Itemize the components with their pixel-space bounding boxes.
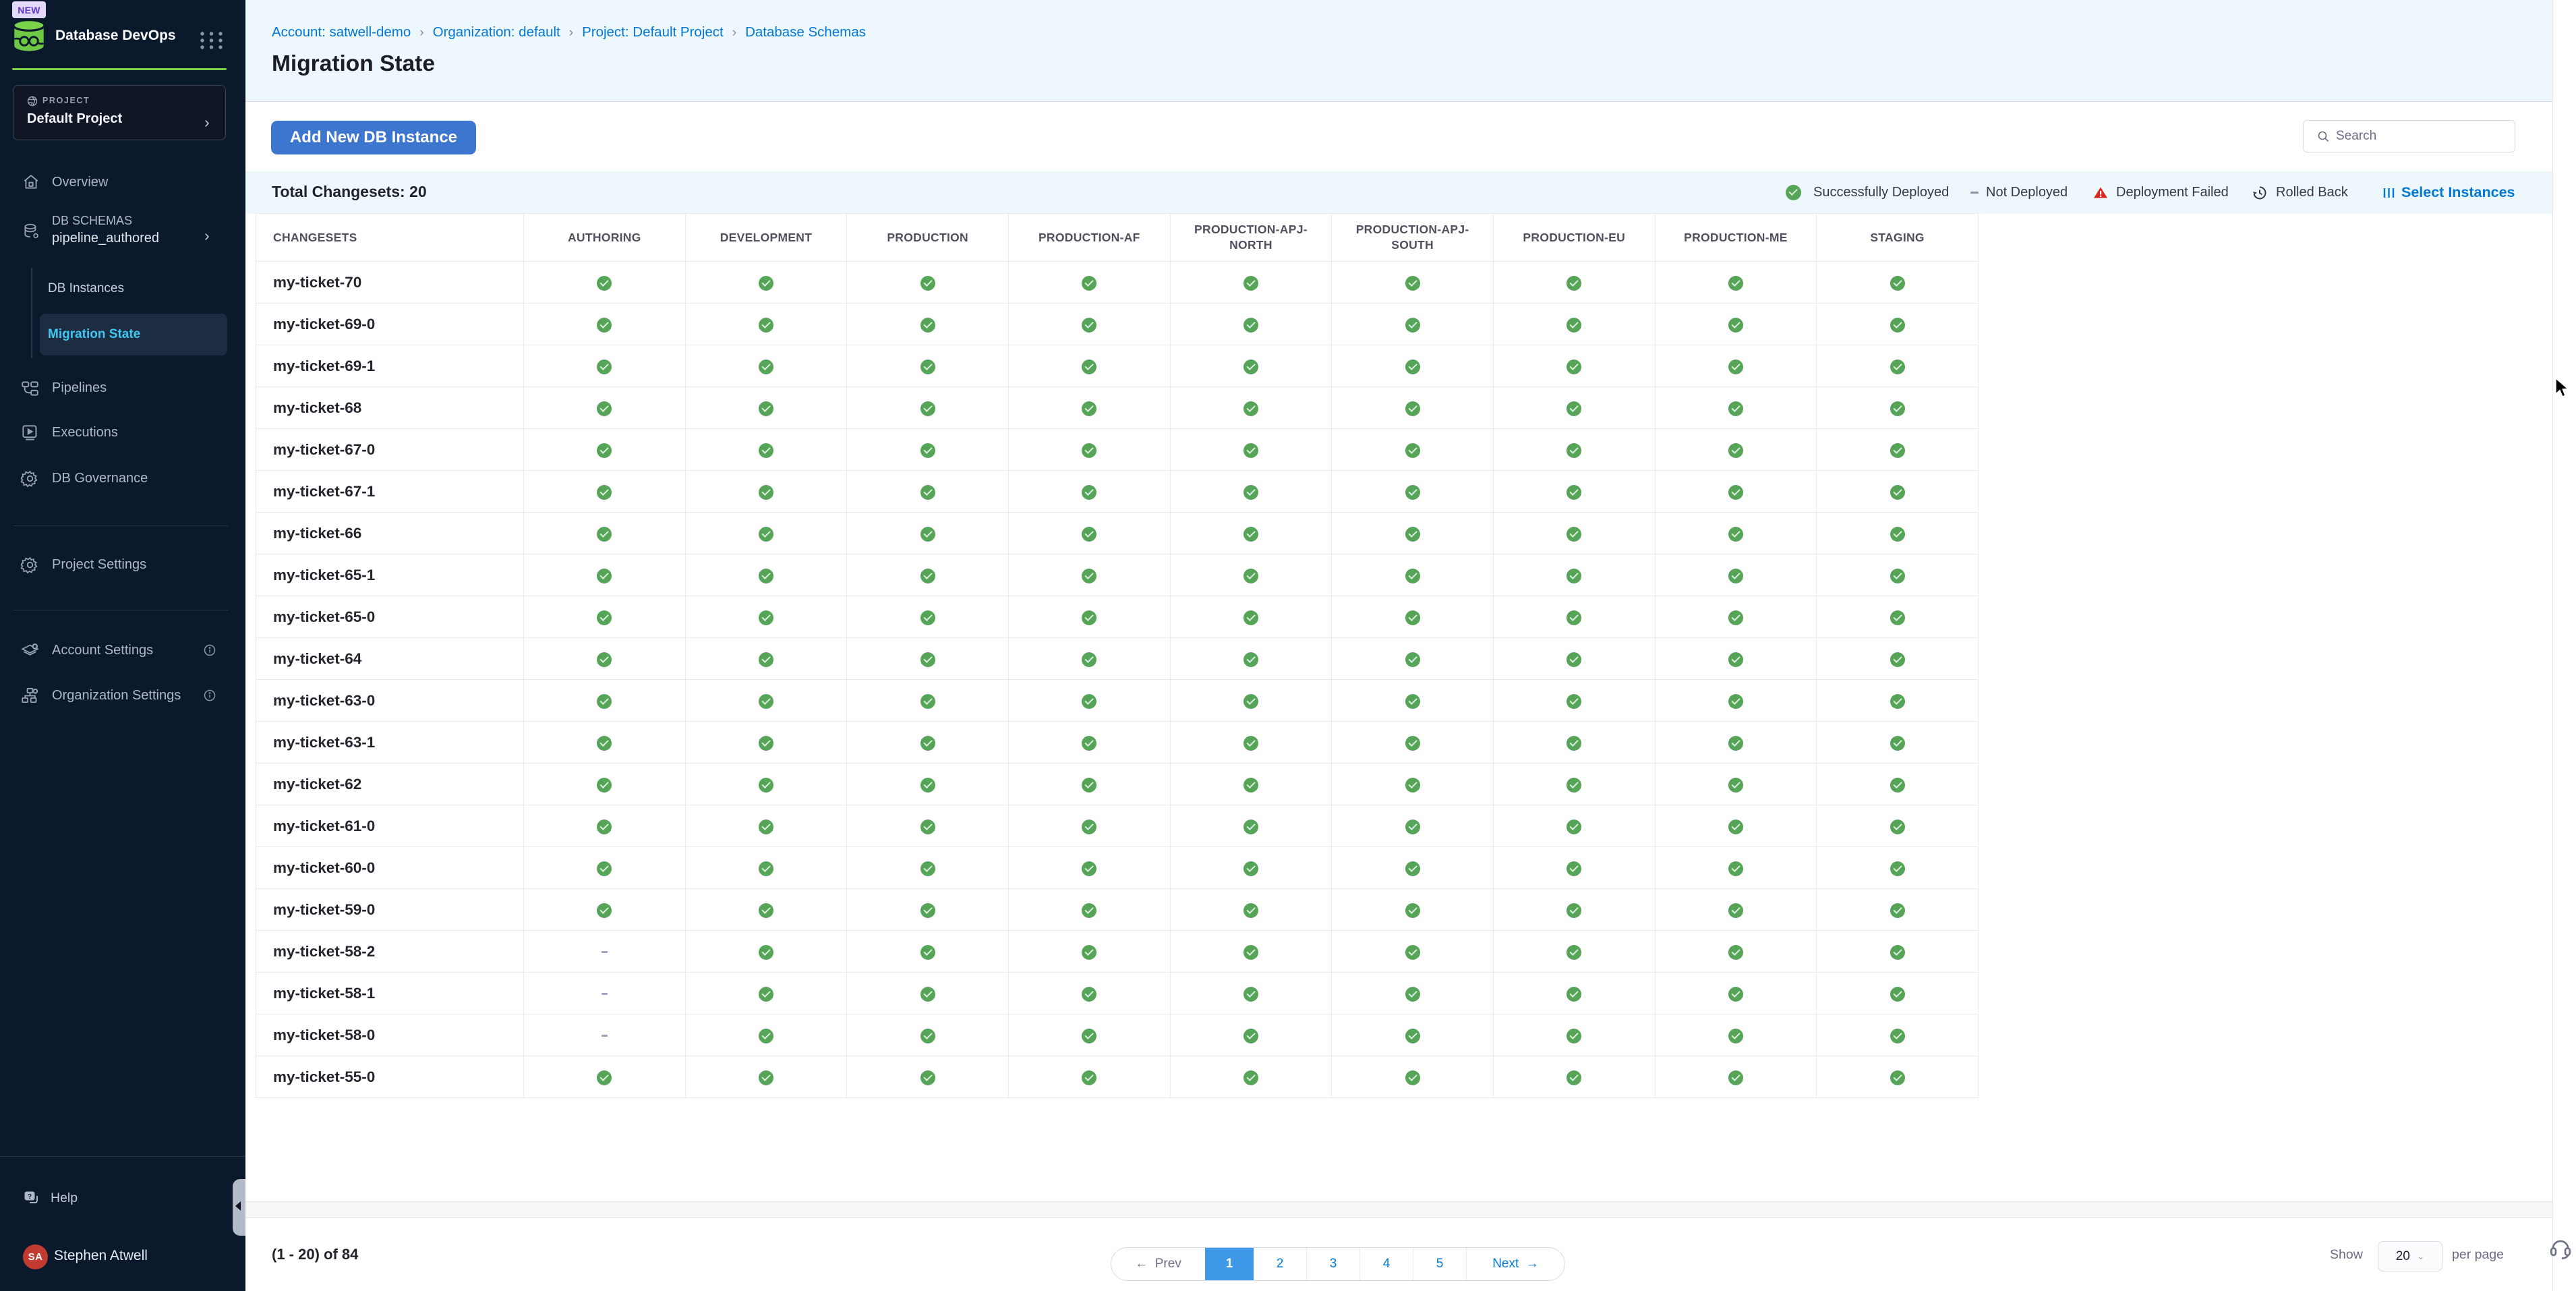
svg-text:?: ?	[28, 1193, 32, 1201]
